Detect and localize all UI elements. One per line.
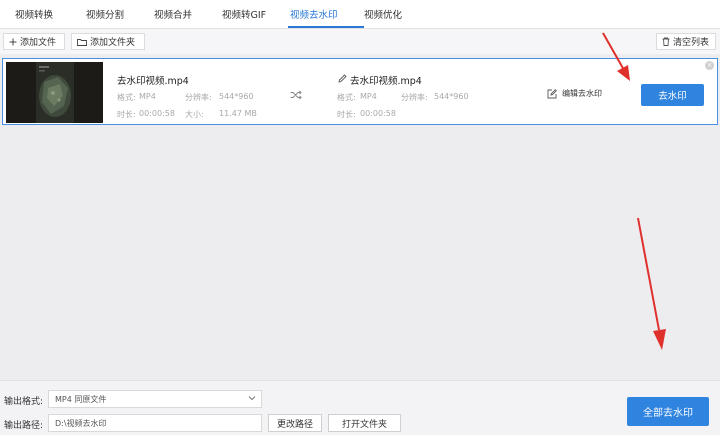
source-duration-label: 时长: <box>117 110 136 119</box>
source-format-label: 格式: <box>117 93 136 102</box>
tab-video-convert[interactable]: 视频转换 <box>15 7 53 21</box>
source-resolution-value: 544*960 <box>219 92 254 101</box>
tab-video-split[interactable]: 视频分割 <box>86 7 124 21</box>
active-tab-indicator <box>288 26 364 28</box>
remove-watermark-button[interactable]: 去水印 <box>641 84 704 106</box>
source-format-value: MP4 <box>139 92 156 101</box>
edit-watermark-label: 编辑去水印 <box>562 89 602 98</box>
file-row[interactable]: 去水印视频.mp4 格式: MP4 分辨率: 544*960 时长: 00:00… <box>2 58 718 125</box>
remove-all-watermarks-button[interactable]: 全部去水印 <box>627 397 709 426</box>
source-file-name: 去水印视频.mp4 <box>117 76 189 87</box>
source-resolution-label: 分辨率: <box>185 93 212 102</box>
output-resolution-value: 544*960 <box>434 92 469 101</box>
open-folder-button[interactable]: 打开文件夹 <box>328 414 401 432</box>
output-resolution-label: 分辨率: <box>401 93 428 102</box>
output-duration-value: 00:00:58 <box>360 109 396 118</box>
add-folder-button[interactable]: 添加文件夹 <box>71 33 145 50</box>
output-format-label: 输出格式: <box>4 397 44 407</box>
output-settings-bar: 输出格式: MP4 同原文件 输出路径: D:\视频去水印 更改路径 打开文件夹… <box>0 380 720 435</box>
toolbar: 添加文件 添加文件夹 清空列表 <box>0 29 720 54</box>
chevron-down-icon <box>248 394 256 404</box>
source-duration-value: 00:00:58 <box>139 109 175 118</box>
add-file-label: 添加文件 <box>20 38 57 48</box>
edit-icon <box>547 88 557 99</box>
add-file-button[interactable]: 添加文件 <box>3 33 65 50</box>
clear-list-label: 清空列表 <box>673 38 710 48</box>
trash-icon <box>662 37 670 46</box>
close-icon[interactable]: × <box>705 61 714 70</box>
output-format-label: 格式: <box>337 93 356 102</box>
clear-list-button[interactable]: 清空列表 <box>656 33 716 50</box>
output-duration-label: 时长: <box>337 110 356 119</box>
folder-icon <box>77 38 87 46</box>
output-path-value: D:\视频去水印 <box>55 419 107 428</box>
video-thumbnail <box>6 62 103 123</box>
output-file-name: 去水印视频.mp4 <box>350 76 422 87</box>
tab-video-optimize[interactable]: 视频优化 <box>364 7 402 21</box>
output-path-field[interactable]: D:\视频去水印 <box>48 414 262 432</box>
source-size-label: 大小: <box>185 110 204 119</box>
edit-watermark-link[interactable]: 编辑去水印 <box>547 88 602 99</box>
add-folder-label: 添加文件夹 <box>90 38 136 48</box>
tab-video-remove-watermark[interactable]: 视频去水印 <box>290 7 338 21</box>
output-format-select[interactable]: MP4 同原文件 <box>48 390 262 408</box>
file-list-area: 去水印视频.mp4 格式: MP4 分辨率: 544*960 时长: 00:00… <box>0 54 720 380</box>
tab-video-to-gif[interactable]: 视频转GIF <box>222 7 266 21</box>
output-path-label: 输出路径: <box>4 421 44 431</box>
output-format-value: MP4 <box>360 92 377 101</box>
output-format-value: MP4 同原文件 <box>55 395 107 404</box>
tab-bar: 视频转换 视频分割 视频合并 视频转GIF 视频去水印 视频优化 <box>0 0 720 29</box>
plus-icon <box>9 38 17 46</box>
pencil-icon[interactable] <box>338 74 347 86</box>
shuffle-icon <box>290 90 302 103</box>
tab-video-merge[interactable]: 视频合并 <box>154 7 192 21</box>
change-path-button[interactable]: 更改路径 <box>268 414 322 432</box>
source-size-value: 11.47 MB <box>219 109 257 118</box>
